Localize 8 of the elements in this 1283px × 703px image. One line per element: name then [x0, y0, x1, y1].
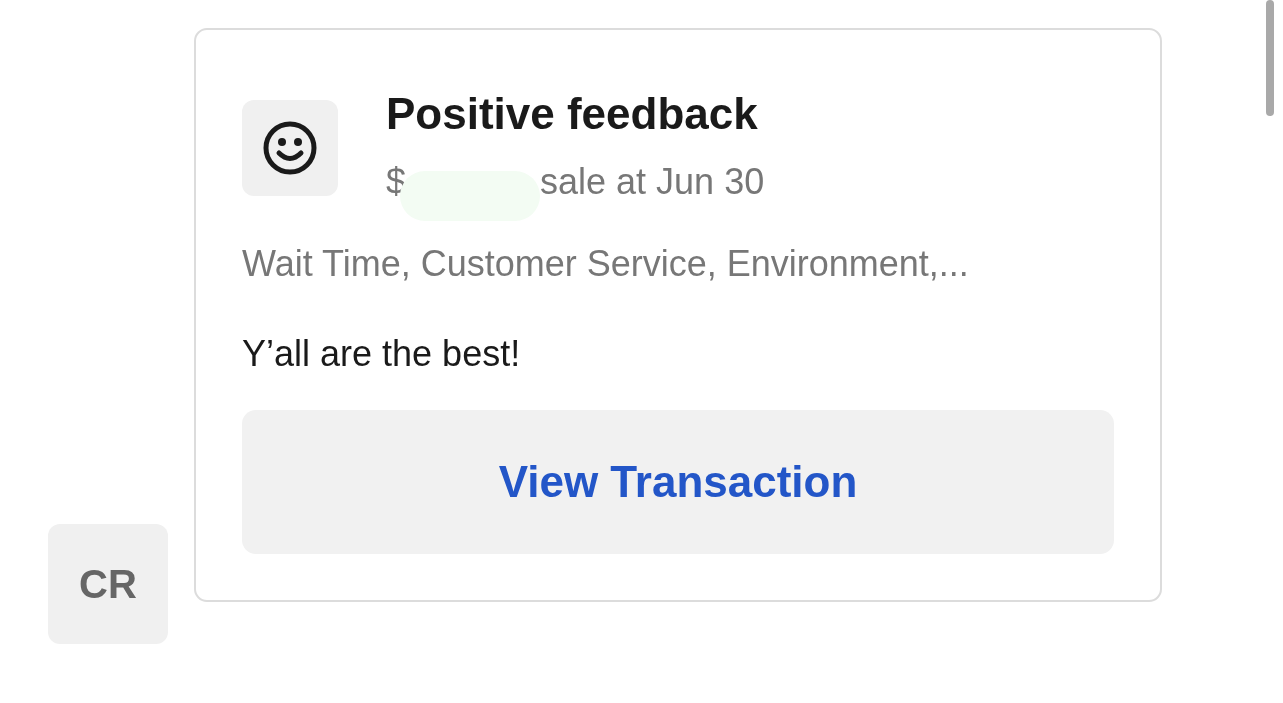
smiley-icon — [262, 120, 318, 176]
scrollbar[interactable] — [1266, 0, 1274, 116]
card-title: Positive feedback — [386, 88, 759, 140]
sale-date: sale at Jun 30 — [540, 160, 765, 204]
avatar: CR — [48, 524, 168, 644]
feedback-comment: Y’all are the best! — [242, 332, 522, 376]
feedback-tags: Wait Time, Customer Service, Environment,... — [242, 242, 1114, 286]
view-transaction-button[interactable]: View Transaction — [242, 410, 1114, 554]
